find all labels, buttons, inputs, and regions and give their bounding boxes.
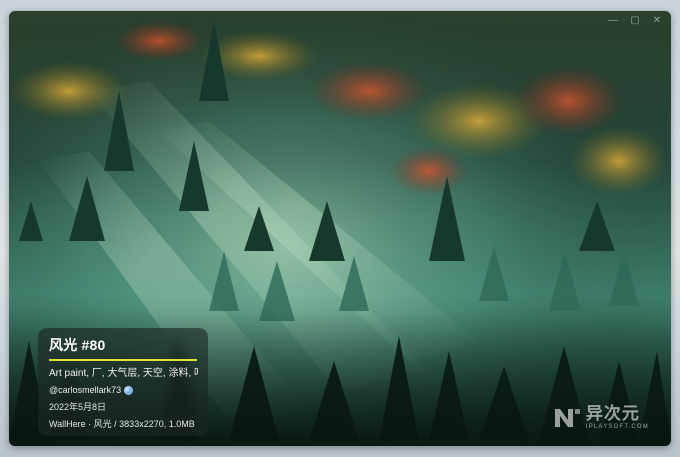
author-row[interactable]: @carlosmellark73	[49, 385, 198, 396]
author-name[interactable]: @carlosmellark73	[49, 385, 121, 396]
wallpaper-date: 2022年5月8日	[49, 402, 107, 412]
watermark-chinese: 异次元	[585, 404, 640, 423]
accent-divider	[49, 359, 197, 361]
globe-icon	[124, 386, 134, 395]
close-button[interactable]: ✕	[651, 16, 663, 26]
maximize-button[interactable]: ▢	[629, 16, 641, 26]
wallpaper-title: 风光 #80	[49, 337, 106, 353]
wallpaper-viewer-window: — ▢ ✕ 风光 #80 Art paint, 厂, 大气层, 天空, 涂料, …	[9, 11, 671, 446]
site-watermark: 异次元 IPLAYSOFT.COM	[552, 405, 649, 430]
minimize-button[interactable]: —	[607, 16, 619, 26]
watermark-domain: IPLAYSOFT.COM	[585, 424, 649, 430]
window-controls: — ▢ ✕	[607, 16, 663, 26]
wallpaper-source[interactable]: WallHere · 风光 / 3833x2270, 1.0MB	[49, 419, 198, 430]
wallpaper-info-card[interactable]: 风光 #80 Art paint, 厂, 大气层, 天空, 涂料, 叶 @car…	[38, 328, 208, 436]
iplaysoft-logo-icon	[554, 408, 580, 427]
wallpaper-tags[interactable]: Art paint, 厂, 大气层, 天空, 涂料, 叶	[49, 367, 198, 380]
